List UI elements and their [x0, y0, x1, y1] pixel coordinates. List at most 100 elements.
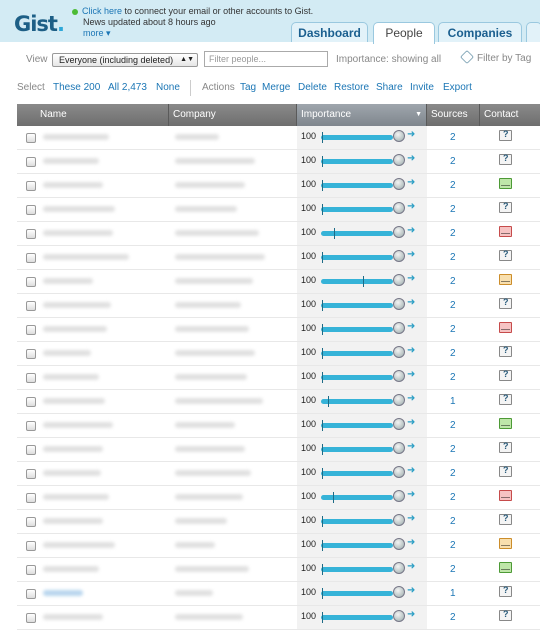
reset-arrow-icon[interactable]: ➜ [407, 417, 415, 428]
person-name-redacted[interactable] [43, 470, 101, 476]
table-row[interactable]: 100 ➜ 2 [17, 198, 540, 222]
row-checkbox[interactable] [26, 349, 36, 359]
slider-knob[interactable] [393, 466, 405, 478]
importance-slider[interactable] [321, 255, 393, 260]
slider-knob[interactable] [393, 586, 405, 598]
sources-link[interactable]: 2 [450, 276, 456, 287]
person-name-redacted[interactable] [43, 350, 91, 356]
contact-unknown-icon[interactable] [499, 201, 512, 213]
row-checkbox[interactable] [26, 325, 36, 335]
contact-unknown-icon[interactable] [499, 609, 512, 621]
share-button[interactable]: Share [376, 82, 403, 93]
tab-people[interactable]: People [373, 22, 435, 44]
filter-by-tag[interactable]: Filter by Tag [459, 49, 531, 65]
person-name-redacted[interactable] [43, 446, 103, 452]
importance-slider[interactable] [321, 399, 393, 404]
slider-knob[interactable] [393, 610, 405, 622]
row-checkbox[interactable] [26, 589, 36, 599]
importance-slider[interactable] [321, 615, 393, 620]
contact-unknown-icon[interactable] [499, 369, 512, 381]
row-checkbox[interactable] [26, 613, 36, 623]
reset-arrow-icon[interactable]: ➜ [407, 297, 415, 308]
importance-slider[interactable] [321, 207, 393, 212]
slider-knob[interactable] [393, 514, 405, 526]
reset-arrow-icon[interactable]: ➜ [407, 225, 415, 236]
merge-button[interactable]: Merge [262, 82, 290, 93]
importance-slider[interactable] [321, 231, 393, 236]
sources-link[interactable]: 2 [450, 180, 456, 191]
slider-knob[interactable] [393, 250, 405, 262]
select-none[interactable]: None [156, 82, 180, 93]
table-row[interactable]: 100 ➜ 2 [17, 486, 540, 510]
importance-slider[interactable] [321, 591, 393, 596]
importance-slider[interactable] [321, 471, 393, 476]
contact-unknown-icon[interactable] [499, 393, 512, 405]
slider-knob[interactable] [393, 562, 405, 574]
sources-link[interactable]: 2 [450, 468, 456, 479]
row-checkbox[interactable] [26, 565, 36, 575]
person-name-redacted[interactable] [43, 278, 93, 284]
importance-filter-label[interactable]: Importance: showing all [336, 54, 441, 65]
contact-unknown-icon[interactable] [499, 441, 512, 453]
slider-knob[interactable] [393, 178, 405, 190]
importance-slider[interactable] [321, 519, 393, 524]
more-menu[interactable]: more ▾ [83, 28, 111, 38]
delete-button[interactable]: Delete [298, 82, 327, 93]
person-name-redacted[interactable] [43, 542, 115, 548]
slider-knob[interactable] [393, 394, 405, 406]
row-checkbox[interactable] [26, 373, 36, 383]
contact-orange-icon[interactable] [499, 538, 512, 549]
table-row[interactable]: 100 ➜ 1 [17, 390, 540, 414]
table-row[interactable]: 100 ➜ 2 [17, 510, 540, 534]
row-checkbox[interactable] [26, 541, 36, 551]
reset-arrow-icon[interactable]: ➜ [407, 465, 415, 476]
contact-unknown-icon[interactable] [499, 249, 512, 261]
column-contact[interactable]: Contact [480, 104, 540, 126]
reset-arrow-icon[interactable]: ➜ [407, 177, 415, 188]
select-all[interactable]: All 2,473 [108, 82, 147, 93]
reset-arrow-icon[interactable]: ➜ [407, 153, 415, 164]
contact-unknown-icon[interactable] [499, 129, 512, 141]
sources-link[interactable]: 2 [450, 252, 456, 263]
slider-knob[interactable] [393, 346, 405, 358]
table-row[interactable]: 100 ➜ 2 [17, 462, 540, 486]
importance-slider[interactable] [321, 375, 393, 380]
importance-slider[interactable] [321, 327, 393, 332]
sources-link[interactable]: 2 [450, 444, 456, 455]
person-name-redacted[interactable] [43, 422, 113, 428]
sources-link[interactable]: 2 [450, 156, 456, 167]
sources-link[interactable]: 2 [450, 420, 456, 431]
importance-slider[interactable] [321, 567, 393, 572]
row-checkbox[interactable] [26, 493, 36, 503]
sources-link[interactable]: 1 [450, 396, 456, 407]
person-name-redacted[interactable] [43, 326, 107, 332]
select-these-200[interactable]: These 200 [53, 82, 100, 93]
slider-knob[interactable] [393, 418, 405, 430]
table-row[interactable]: 100 ➜ 2 [17, 414, 540, 438]
contact-unknown-icon[interactable] [499, 513, 512, 525]
table-row[interactable]: 100 ➜ 2 [17, 366, 540, 390]
importance-slider[interactable] [321, 351, 393, 356]
contact-unknown-icon[interactable] [499, 345, 512, 357]
person-name-redacted[interactable] [43, 518, 103, 524]
tab-overflow[interactable] [526, 22, 540, 42]
person-name-redacted[interactable] [43, 374, 99, 380]
reset-arrow-icon[interactable]: ➜ [407, 585, 415, 596]
row-checkbox[interactable] [26, 133, 36, 143]
sources-link[interactable]: 2 [450, 612, 456, 623]
person-name-redacted[interactable] [43, 206, 115, 212]
slider-knob[interactable] [393, 130, 405, 142]
reset-arrow-icon[interactable]: ➜ [407, 513, 415, 524]
person-name-redacted[interactable] [43, 302, 111, 308]
column-name[interactable]: Name [17, 104, 169, 126]
person-name-redacted[interactable] [43, 614, 103, 620]
person-name-redacted[interactable] [43, 590, 83, 596]
table-row[interactable]: 100 ➜ 2 [17, 318, 540, 342]
view-select[interactable]: Everyone (including deleted) ▲▼ [52, 53, 198, 67]
contact-orange-icon[interactable] [499, 274, 512, 285]
row-checkbox[interactable] [26, 253, 36, 263]
column-importance[interactable]: Importance ▼ [297, 104, 427, 126]
table-row[interactable]: 100 ➜ 2 [17, 174, 540, 198]
reset-arrow-icon[interactable]: ➜ [407, 249, 415, 260]
sources-link[interactable]: 2 [450, 348, 456, 359]
